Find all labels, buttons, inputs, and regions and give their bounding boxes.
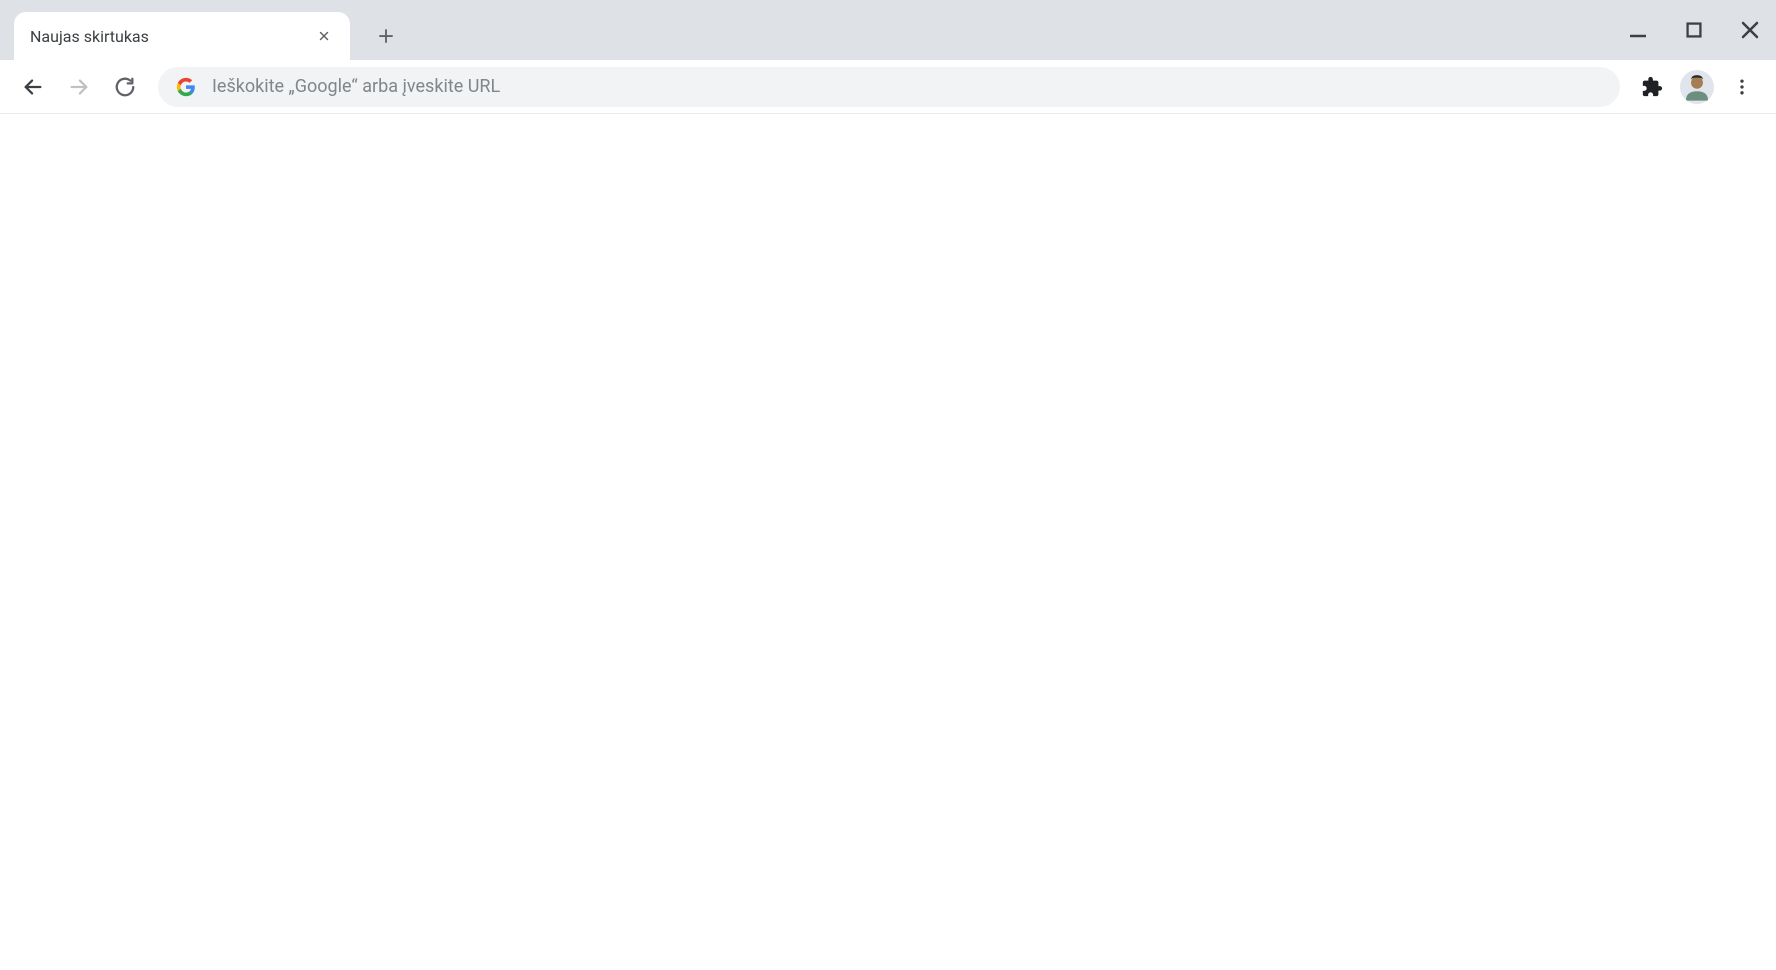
tab-close-button[interactable] [314, 26, 334, 46]
google-g-icon [176, 77, 196, 97]
maximize-icon [1683, 19, 1705, 41]
reload-icon [114, 76, 136, 98]
tab-title: Naujas skirtukas [30, 27, 306, 46]
profile-avatar[interactable] [1680, 70, 1714, 104]
new-tab-button[interactable] [368, 18, 404, 54]
address-input[interactable] [212, 76, 1602, 97]
maximize-button[interactable] [1680, 16, 1708, 44]
chrome-menu-button[interactable] [1724, 69, 1760, 105]
arrow-left-icon [22, 76, 44, 98]
minimize-icon [1626, 18, 1650, 42]
reload-button[interactable] [105, 67, 145, 107]
plus-icon [377, 27, 395, 45]
extensions-button[interactable] [1634, 69, 1670, 105]
more-vertical-icon [1732, 77, 1752, 97]
minimize-button[interactable] [1624, 16, 1652, 44]
page-content [0, 114, 1776, 970]
window-close-button[interactable] [1736, 16, 1764, 44]
active-tab[interactable]: Naujas skirtukas [14, 12, 350, 60]
forward-button[interactable] [59, 67, 99, 107]
avatar-icon [1680, 70, 1714, 104]
toolbar-right [1634, 69, 1766, 105]
back-button[interactable] [13, 67, 53, 107]
close-icon [317, 29, 331, 43]
toolbar [0, 60, 1776, 114]
puzzle-icon [1641, 76, 1663, 98]
tab-strip: Naujas skirtukas [0, 0, 1776, 60]
address-bar[interactable] [158, 67, 1620, 107]
arrow-right-icon [68, 76, 90, 98]
close-icon [1738, 18, 1762, 42]
window-controls [1624, 0, 1764, 60]
